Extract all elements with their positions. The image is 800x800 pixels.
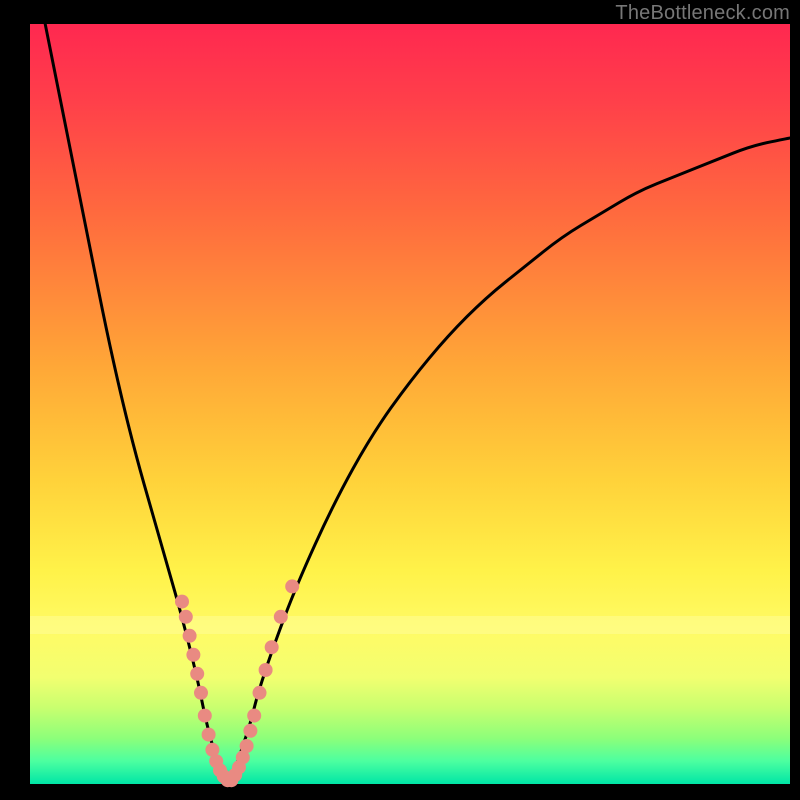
watermark-text: TheBottleneck.com xyxy=(615,2,790,25)
curve-bottleneck-curve-right xyxy=(228,138,790,784)
curve-group xyxy=(45,24,790,784)
data-marker xyxy=(194,686,208,700)
data-marker xyxy=(247,709,261,723)
chart-frame: TheBottleneck.com xyxy=(0,0,800,800)
data-marker xyxy=(265,640,279,654)
data-marker xyxy=(240,739,254,753)
marker-group xyxy=(175,579,299,787)
data-marker xyxy=(186,648,200,662)
data-marker xyxy=(179,610,193,624)
data-marker xyxy=(202,728,216,742)
data-marker xyxy=(274,610,288,624)
data-marker xyxy=(285,579,299,593)
data-marker xyxy=(253,686,267,700)
data-marker xyxy=(259,663,273,677)
chart-svg xyxy=(30,24,790,784)
data-marker xyxy=(198,709,212,723)
data-marker xyxy=(175,595,189,609)
data-marker xyxy=(243,724,257,738)
data-marker xyxy=(183,629,197,643)
data-marker xyxy=(190,667,204,681)
plot-area xyxy=(30,24,790,784)
